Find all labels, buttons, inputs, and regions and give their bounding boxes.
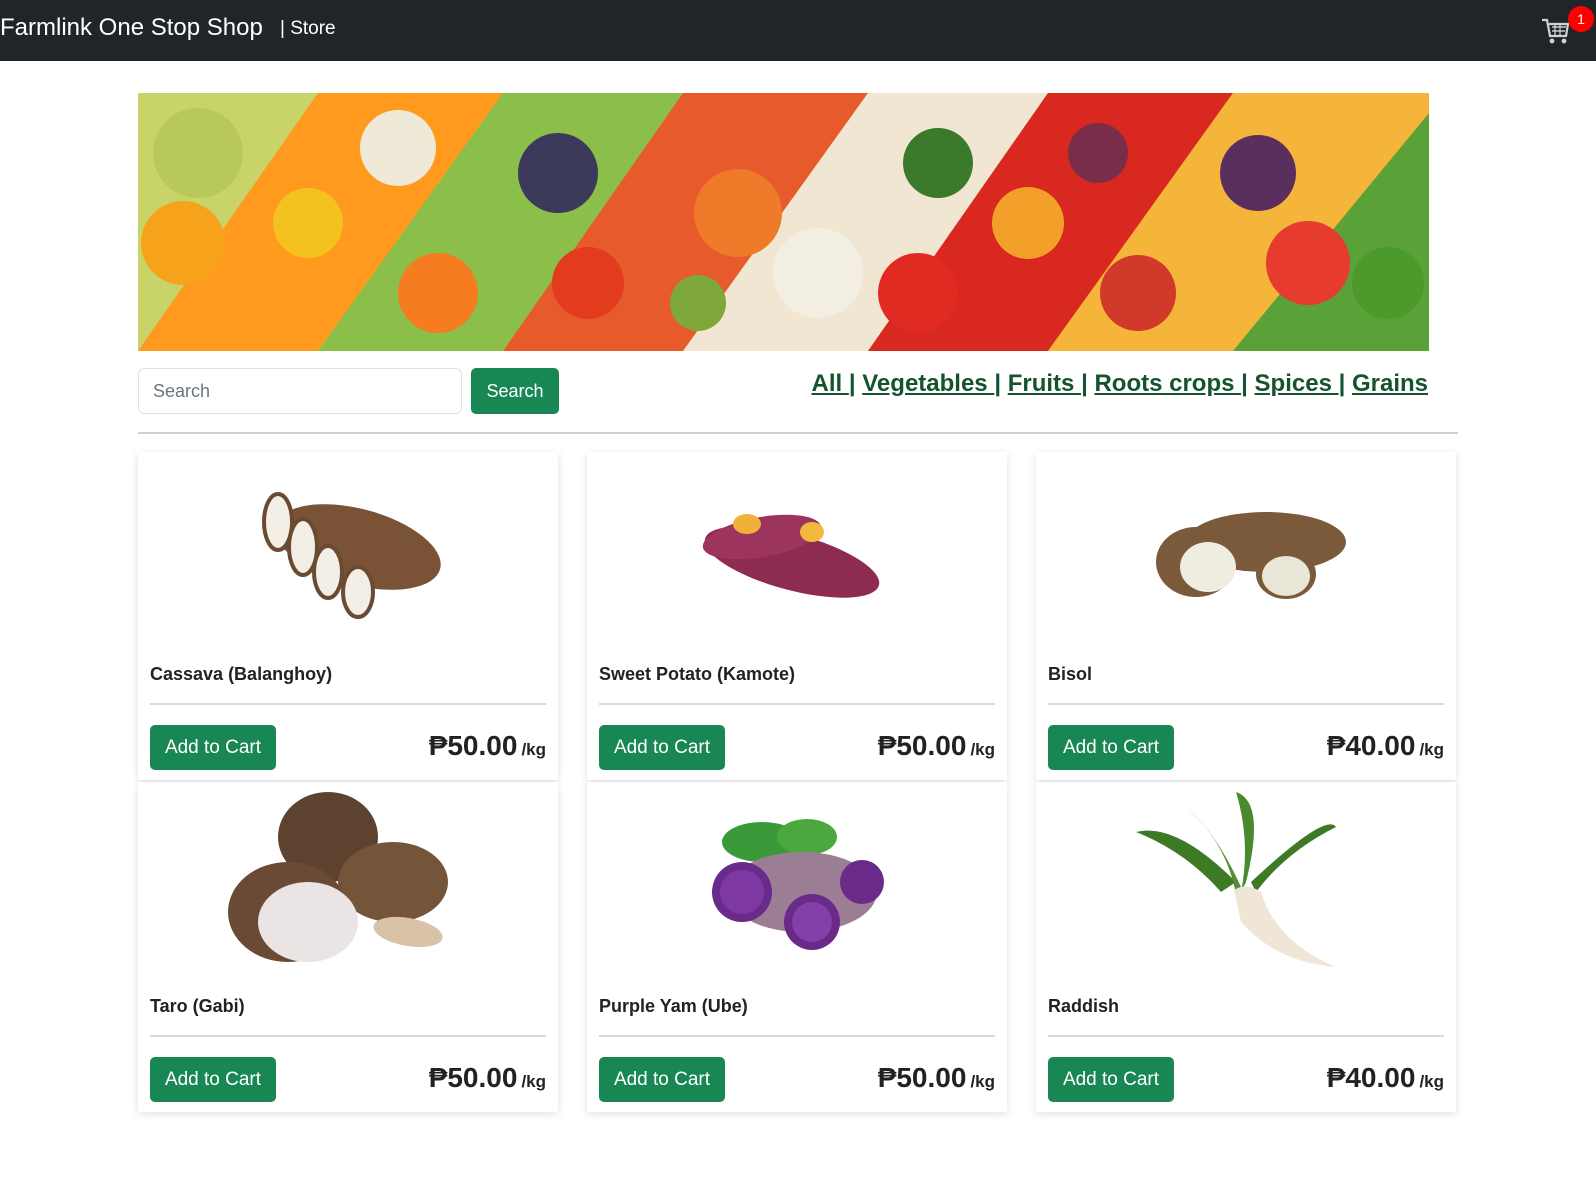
card-divider: [1048, 1035, 1444, 1037]
filter-fruits[interactable]: Fruits: [1008, 370, 1081, 397]
taro-image: [228, 792, 448, 962]
product-price: ₱50.00/kg: [428, 1062, 546, 1093]
cart-count-badge: 1: [1568, 6, 1594, 32]
section-divider: [138, 432, 1458, 434]
cassava-image: [262, 492, 441, 619]
product-card: Taro (Gabi) Add to Cart ₱50.00/kg: [138, 782, 558, 1112]
product-name: Sweet Potato (Kamote): [599, 664, 796, 684]
product-name: Raddish: [1048, 996, 1120, 1016]
brand-title[interactable]: Farmlink One Stop Shop: [0, 14, 263, 42]
store-link[interactable]: | Store: [280, 18, 336, 40]
add-to-cart-button[interactable]: Add to Cart: [150, 1057, 276, 1102]
add-to-cart-button[interactable]: Add to Cart: [599, 1057, 725, 1102]
card-divider: [599, 1035, 995, 1037]
produce-banner-image: [138, 93, 1429, 351]
add-to-cart-button[interactable]: Add to Cart: [1048, 725, 1174, 770]
purple-yam-image: [712, 819, 884, 950]
filter-all[interactable]: All: [812, 370, 849, 397]
product-price: ₱50.00/kg: [428, 730, 546, 761]
search-button[interactable]: Search: [471, 368, 559, 414]
product-name: Cassava (Balanghoy): [150, 664, 333, 684]
product-price: ₱50.00/kg: [877, 1062, 995, 1093]
product-name: Purple Yam (Ube): [599, 996, 748, 1016]
category-filter-bar: All | Vegetables | Fruits | Roots crops …: [811, 370, 1428, 397]
product-card: Bisol Add to Cart ₱40.00/kg: [1036, 452, 1456, 780]
product-card: Sweet Potato (Kamote) Add to Cart ₱50.00…: [587, 452, 1007, 780]
card-divider: [599, 703, 995, 705]
card-divider: [1048, 703, 1444, 705]
cart-icon[interactable]: [1540, 12, 1570, 46]
add-to-cart-button[interactable]: Add to Cart: [599, 725, 725, 770]
product-price: ₱40.00/kg: [1326, 730, 1444, 761]
product-name: Bisol: [1048, 664, 1093, 684]
bisol-image: [1156, 512, 1346, 599]
product-price: ₱50.00/kg: [877, 730, 995, 761]
product-name: Taro (Gabi): [150, 996, 245, 1016]
filter-spices[interactable]: Spices: [1255, 370, 1339, 397]
add-to-cart-button[interactable]: Add to Cart: [150, 725, 276, 770]
filter-grains[interactable]: Grains: [1352, 370, 1428, 397]
card-divider: [150, 703, 546, 705]
sweet-potato-image: [702, 514, 880, 598]
filter-roots-crops[interactable]: Roots crops: [1094, 370, 1241, 397]
radish-image: [1136, 792, 1336, 967]
product-card: Purple Yam (Ube) Add to Cart ₱50.00/kg: [587, 782, 1007, 1112]
product-price: ₱40.00/kg: [1326, 1062, 1444, 1093]
product-card: Raddish Add to Cart ₱40.00/kg: [1036, 782, 1456, 1112]
card-divider: [150, 1035, 546, 1037]
product-card: Cassava (Balanghoy) Add to Cart ₱50.00/k…: [138, 452, 558, 780]
search-input[interactable]: [138, 368, 462, 414]
top-navbar: Farmlink One Stop Shop | Store 1: [0, 0, 1596, 61]
filter-vegetables[interactable]: Vegetables: [862, 370, 994, 397]
add-to-cart-button[interactable]: Add to Cart: [1048, 1057, 1174, 1102]
